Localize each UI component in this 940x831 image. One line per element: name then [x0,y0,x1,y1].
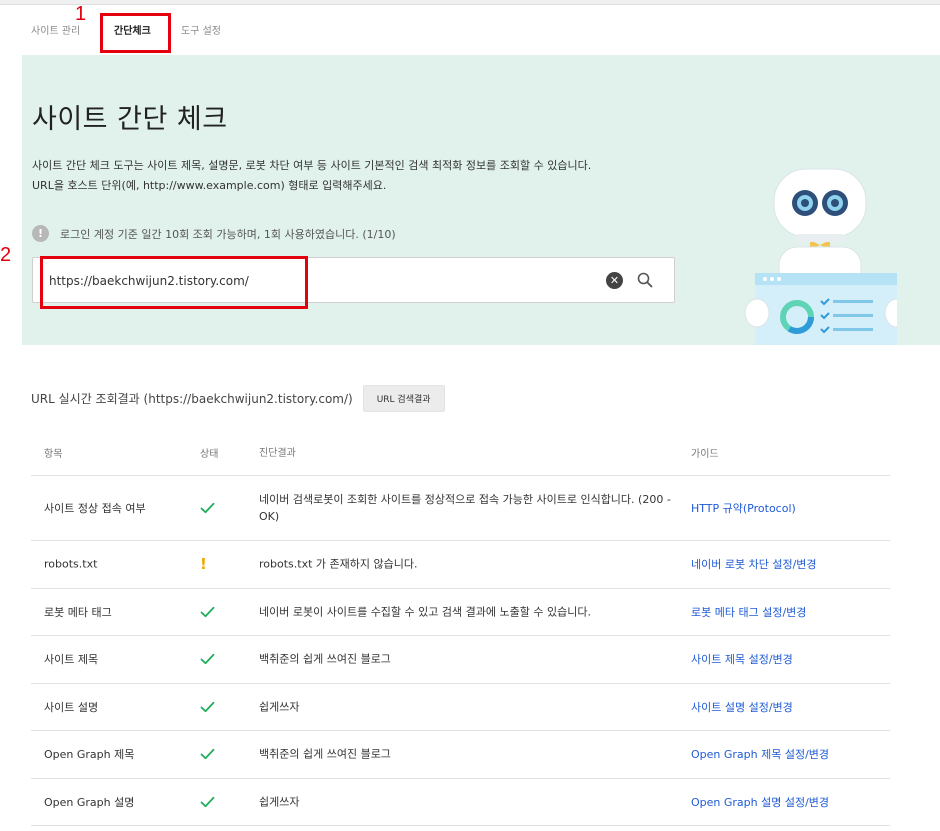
table-header: 항목 상태 진단결과 가이드 [31,428,890,476]
warning-icon: ! [200,555,207,574]
check-icon [200,796,215,808]
diagnosis-result: 네이버 로봇이 사이트를 수집할 수 있고 검색 결과에 노출할 수 있습니다. [259,605,591,619]
header-status: 상태 [200,449,219,460]
item-name: Open Graph 설명 [44,795,135,809]
check-icon [200,606,215,618]
diagnosis-result: 쉽게쓰자 [259,795,300,809]
description-line-2: URL을 호스트 단위(예, http://www.example.com) 형… [32,179,387,192]
table-row: Open Graph 설명 쉽게쓰자 Open Graph 설명 설정/변경 [31,779,890,826]
annotation-number-2: 2 [0,244,12,266]
guide-link[interactable]: 사이트 설명 설정/변경 [691,699,793,715]
header-result: 진단결과 [259,448,296,459]
guide-link[interactable]: 로봇 메타 태그 설정/변경 [691,604,806,620]
table-row: robots.txt! robots.txt 가 존재하지 않습니다. 네이버 로봇… [31,541,890,589]
tab-tool-settings[interactable]: 도구 설정 [181,22,221,37]
annotation-box-tab [100,13,171,53]
usage-notice: ! 로그인 계정 기준 일간 10회 조회 가능하며, 1회 사용하였습니다. … [32,225,396,242]
table-row: 사이트 제목 백취준의 쉽게 쓰여진 블로그 사이트 제목 설정/변경 [31,636,890,684]
search-icon[interactable] [636,271,654,289]
table-row: 사이트 정상 접속 여부 네이버 검색로봇이 조회한 사이트를 정상적으로 접속 … [31,476,890,541]
check-icon [200,701,215,713]
description-line-1: 사이트 간단 체크 도구는 사이트 제목, 설명문, 로봇 차단 여부 등 사이… [32,159,592,172]
check-icon [200,748,215,760]
table-body: 사이트 정상 접속 여부 네이버 검색로봇이 조회한 사이트를 정상적으로 접속 … [31,476,890,826]
tab-site-management[interactable]: 사이트 관리 [31,22,80,37]
clear-icon[interactable]: ✕ [606,272,623,289]
diagnosis-result: 네이버 검색로봇이 조회한 사이트를 정상적으로 접속 가능한 사이트로 인식합… [259,493,671,523]
result-table: 항목 상태 진단결과 가이드 사이트 정상 접속 여부 네이버 검색로봇이 조회한… [31,428,890,826]
result-title: URL 실시간 조회결과 (https://baekchwijun2.tisto… [31,392,353,406]
diagnosis-result: 쉽게쓰자 [259,700,300,714]
diagnosis-result: 백취준의 쉽게 쓰여진 블로그 [259,652,391,666]
robot-illustration [744,168,897,345]
diagnosis-result: 백취준의 쉽게 쓰여진 블로그 [259,747,391,761]
item-name: robots.txt [44,557,98,571]
header-guide: 가이드 [691,449,719,460]
annotation-box-input [40,256,308,309]
guide-link[interactable]: Open Graph 설명 설정/변경 [691,794,829,810]
table-row: 로봇 메타 태그 네이버 로봇이 사이트를 수집할 수 있고 검색 결과에 노출할… [31,589,890,636]
diagnosis-result: robots.txt 가 존재하지 않습니다. [259,557,418,571]
page-description: 사이트 간단 체크 도구는 사이트 제목, 설명문, 로봇 차단 여부 등 사이… [32,156,591,196]
page-title: 사이트 간단 체크 [32,104,228,135]
guide-link[interactable]: 사이트 제목 설정/변경 [691,651,793,667]
result-header: URL 실시간 조회결과 (https://baekchwijun2.tisto… [31,385,445,412]
annotation-number-1: 1 [75,3,87,25]
item-name: 사이트 설명 [44,700,99,714]
usage-notice-text: 로그인 계정 기준 일간 10회 조회 가능하며, 1회 사용하였습니다. (1… [60,227,396,241]
item-name: 사이트 정상 접속 여부 [44,502,146,515]
table-row: 사이트 설명 쉽게쓰자 사이트 설명 설정/변경 [31,684,890,731]
check-icon [200,502,215,514]
check-icon [200,653,215,665]
header-item: 항목 [44,449,63,460]
item-name: 사이트 제목 [44,653,99,667]
table-row: Open Graph 제목 백취준의 쉽게 쓰여진 블로그 Open Graph 제… [31,731,890,779]
guide-link[interactable]: 네이버 로봇 차단 설정/변경 [691,556,817,572]
info-icon: ! [32,225,49,242]
guide-link[interactable]: Open Graph 제목 설정/변경 [691,746,829,762]
item-name: 로봇 메타 태그 [44,605,112,619]
url-search-result-button[interactable]: URL 검색결과 [362,385,445,412]
item-name: Open Graph 제목 [44,748,135,762]
guide-link[interactable]: HTTP 규약(Protocol) [691,500,796,516]
